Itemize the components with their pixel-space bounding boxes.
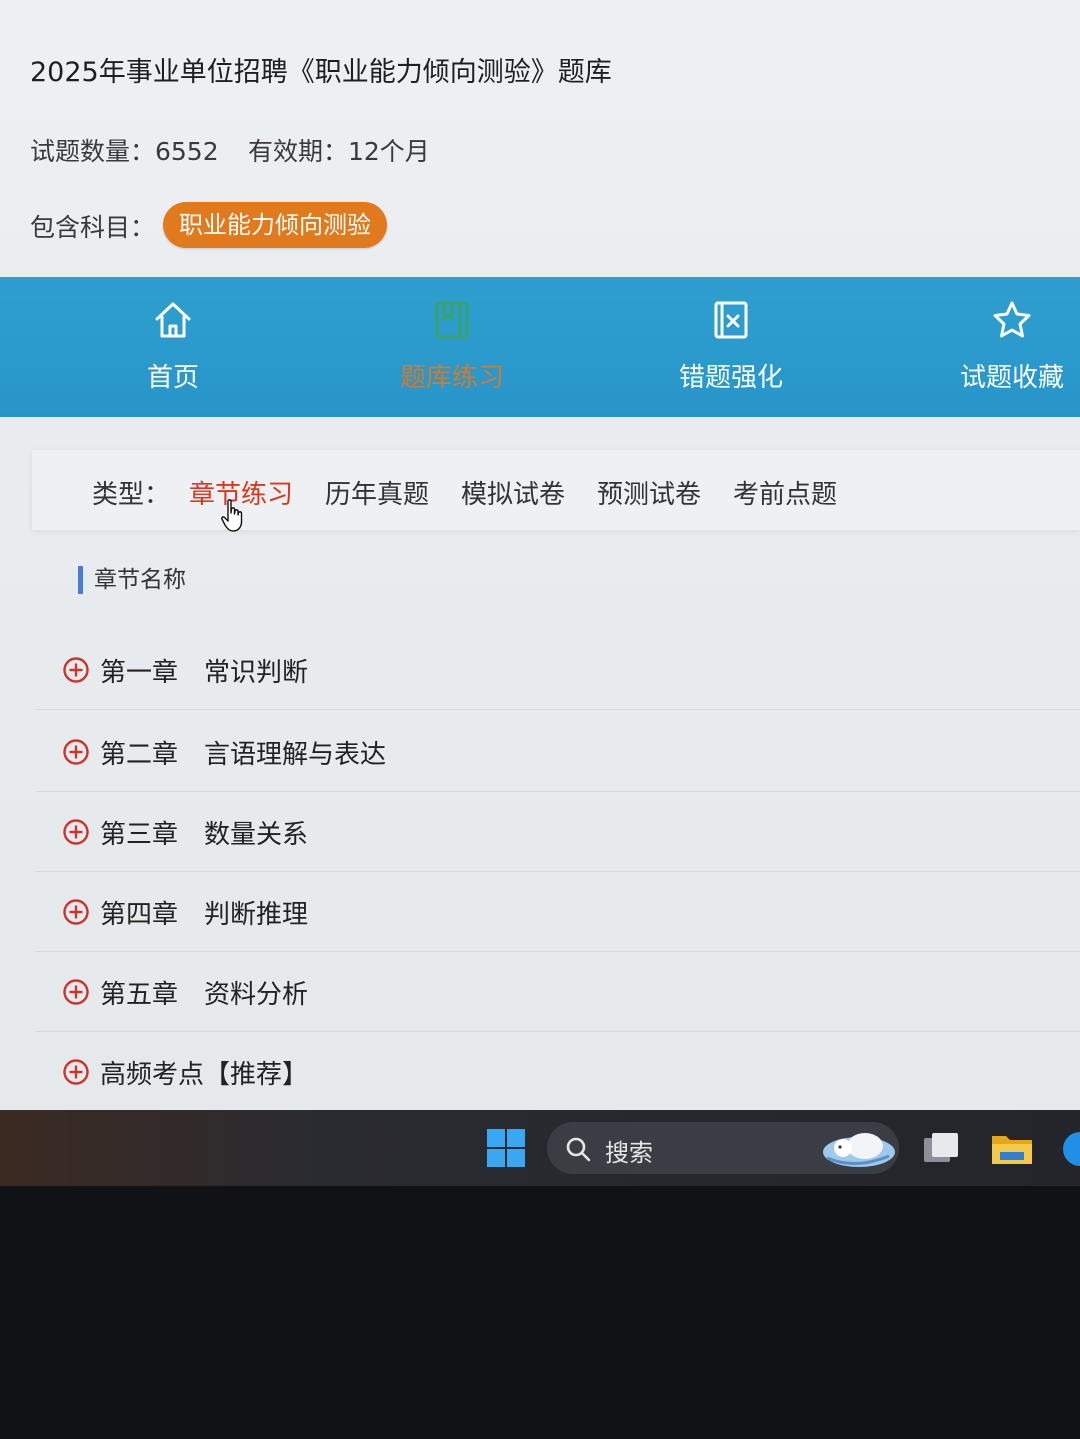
chapter-number: 第一章 bbox=[100, 658, 179, 688]
chapter-number: 第三章 bbox=[100, 820, 179, 850]
browser-page: 2025年事业单位招聘《职业能力倾向测验》题库 试题数量：6552 有效期：12… bbox=[0, 0, 1080, 1110]
wrong-book-icon bbox=[714, 301, 748, 339]
nav-label-wrong-questions: 错题强化 bbox=[678, 363, 783, 393]
chapter-number: 第四章 bbox=[100, 900, 179, 930]
chapter-section-heading: 章节名称 bbox=[78, 566, 186, 594]
type-label: 类型： bbox=[92, 480, 171, 510]
chapter-name: 判断推理 bbox=[204, 900, 309, 930]
expand-plus-icon[interactable] bbox=[62, 1058, 90, 1086]
chapter-number: 高频考点【推荐】 bbox=[100, 1060, 309, 1090]
file-explorer-icon[interactable] bbox=[990, 1130, 1034, 1168]
chapter-row-2[interactable]: 第二章 言语理解与表达 bbox=[36, 712, 1080, 792]
chapter-number: 第二章 bbox=[100, 740, 179, 770]
main-nav: 首页 题库练习 错题强化 试题收藏 bbox=[0, 277, 1080, 417]
nav-label-question-bank: 题库练习 bbox=[399, 363, 504, 393]
chapter-number: 第五章 bbox=[100, 980, 179, 1010]
chapter-name: 常识判断 bbox=[204, 658, 309, 688]
subjects-label: 包含科目： bbox=[30, 213, 156, 242]
chapter-row-4[interactable]: 第四章 判断推理 bbox=[36, 872, 1080, 952]
search-placeholder: 搜索 bbox=[605, 1139, 653, 1167]
nav-item-favorites[interactable]: 试题收藏 bbox=[912, 277, 1080, 417]
search-icon bbox=[566, 1137, 591, 1162]
row-divider bbox=[36, 709, 1080, 710]
type-pre-exam-tips[interactable]: 考前点题 bbox=[733, 474, 837, 511]
type-filter-bar: 类型： 章节练习 历年真题 模拟试卷 预测试卷 考前点题 bbox=[32, 450, 1080, 530]
type-mock-papers[interactable]: 模拟试卷 bbox=[461, 474, 565, 511]
question-count: 试题数量：6552 bbox=[30, 137, 219, 166]
expand-plus-icon[interactable] bbox=[62, 656, 90, 684]
chapter-name: 资料分析 bbox=[204, 980, 309, 1010]
book-icon bbox=[435, 301, 469, 339]
type-forecast-papers[interactable]: 预测试卷 bbox=[597, 474, 701, 511]
nav-item-question-bank[interactable]: 题库练习 bbox=[352, 277, 552, 417]
page-title: 2025年事业单位招聘《职业能力倾向测验》题库 bbox=[30, 57, 612, 88]
nav-item-wrong-questions[interactable]: 错题强化 bbox=[631, 277, 831, 417]
edge-browser-icon[interactable] bbox=[1060, 1130, 1080, 1168]
task-view-icon[interactable] bbox=[920, 1130, 962, 1168]
chapter-name: 言语理解与表达 bbox=[204, 740, 387, 770]
laptop-bezel bbox=[0, 1186, 1080, 1439]
nav-item-home[interactable]: 首页 bbox=[73, 277, 273, 417]
chapter-name: 数量关系 bbox=[204, 820, 309, 850]
type-past-exams[interactable]: 历年真题 bbox=[325, 474, 429, 511]
nav-label-favorites: 试题收藏 bbox=[959, 363, 1064, 393]
expand-plus-icon[interactable] bbox=[62, 818, 90, 846]
windows-start-icon[interactable] bbox=[486, 1128, 526, 1168]
nav-label-home: 首页 bbox=[146, 363, 199, 393]
taskbar-search-box[interactable]: 搜索 bbox=[547, 1122, 899, 1174]
validity-period: 有效期：12个月 bbox=[248, 137, 430, 166]
chapter-row-high-frequency[interactable]: 高频考点【推荐】 bbox=[36, 1032, 1080, 1110]
chapter-row-1[interactable]: 第一章 常识判断 bbox=[36, 630, 1080, 710]
expand-plus-icon[interactable] bbox=[62, 738, 90, 766]
chapter-row-3[interactable]: 第三章 数量关系 bbox=[36, 792, 1080, 872]
taskbar: 搜索 bbox=[0, 1110, 1080, 1186]
search-highlight-illustration-icon bbox=[823, 1133, 895, 1167]
hand-cursor-icon bbox=[221, 499, 243, 532]
subject-chip[interactable]: 职业能力倾向测验 bbox=[163, 202, 387, 248]
expand-plus-icon[interactable] bbox=[62, 978, 90, 1006]
chapter-row-5[interactable]: 第五章 资料分析 bbox=[36, 952, 1080, 1032]
home-icon bbox=[155, 302, 191, 338]
expand-plus-icon[interactable] bbox=[62, 898, 90, 926]
star-icon bbox=[993, 301, 1031, 338]
